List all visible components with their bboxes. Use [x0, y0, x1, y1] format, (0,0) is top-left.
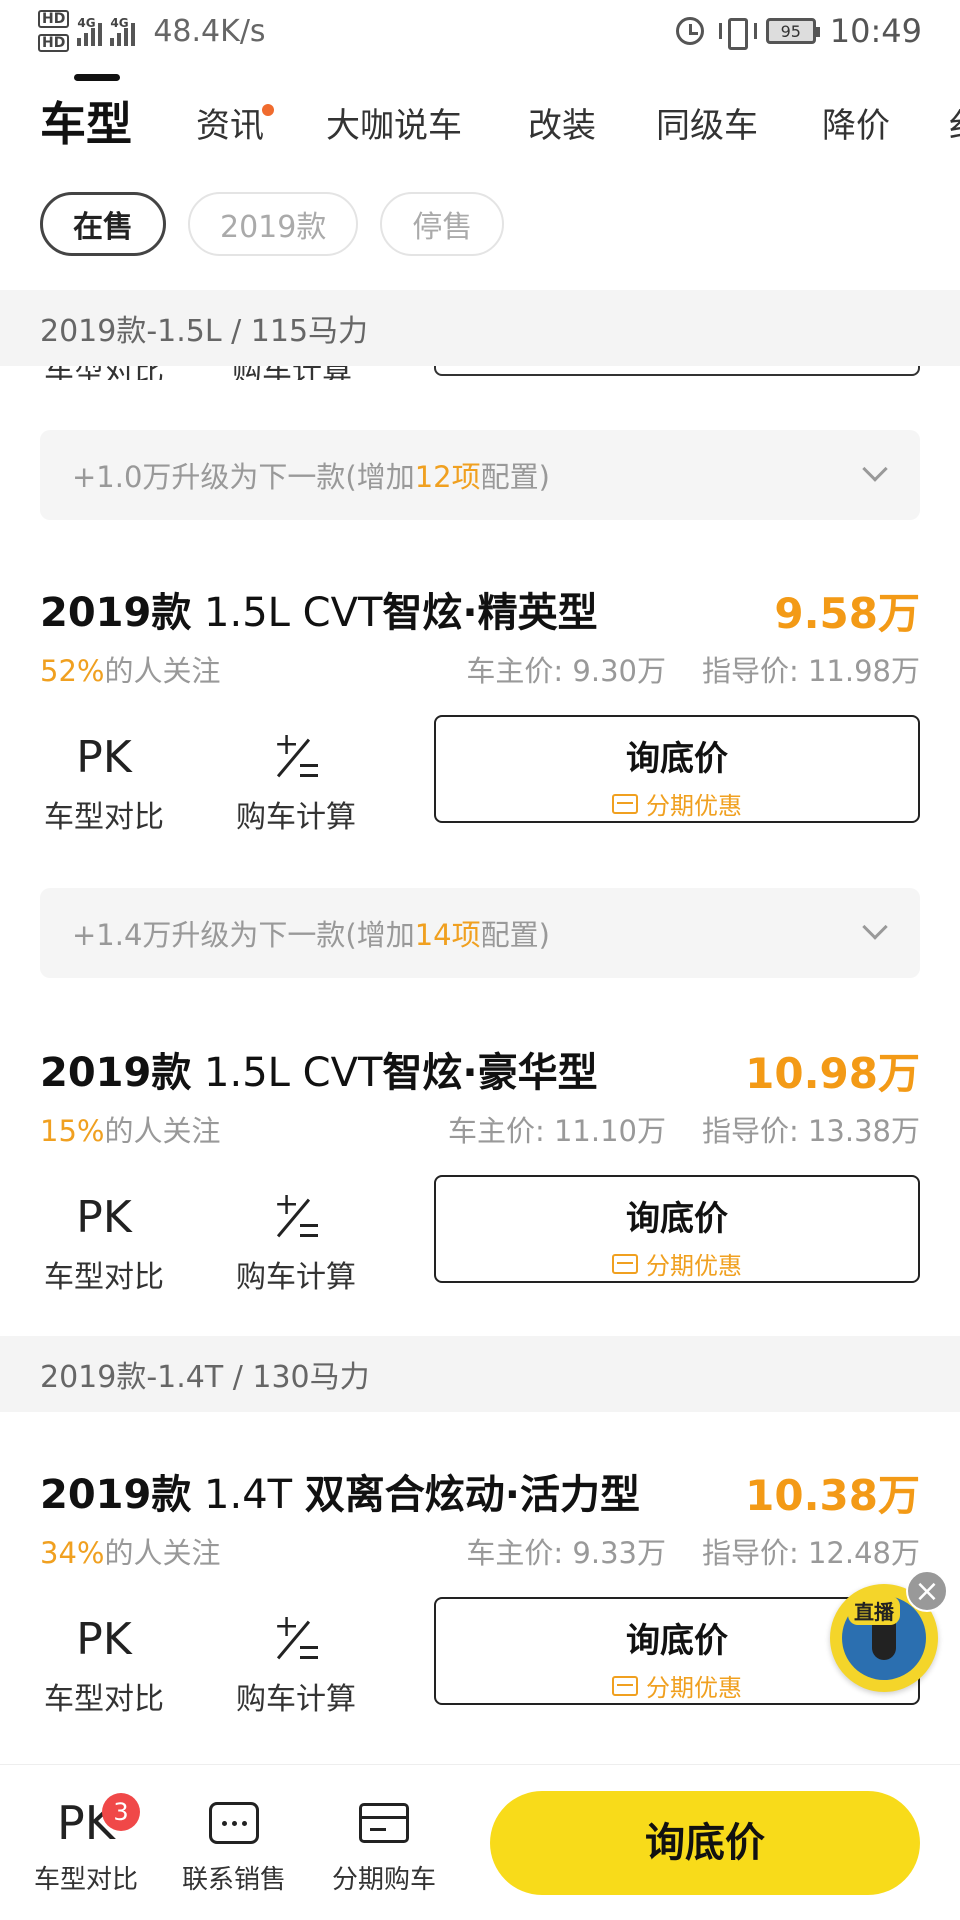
compare-button[interactable]: PK 车型对比 — [34, 730, 174, 836]
guide-price: 指导价: 12.48万 — [701, 1536, 920, 1570]
filter-2019[interactable]: 2019款 — [188, 192, 359, 256]
attention-rate: 34%的人关注 — [40, 1536, 221, 1570]
news-notification-dot — [262, 104, 274, 116]
compare-button[interactable]: PK 车型对比 — [34, 1190, 174, 1296]
attention-rate: 15%的人关注 — [40, 1114, 221, 1148]
owner-price: 车主价: 11.10万 — [447, 1114, 666, 1148]
hd-indicator: HD HD — [38, 10, 70, 52]
chevron-down-icon — [862, 914, 888, 940]
compare-count-badge: 3 — [102, 1793, 140, 1831]
car-name: 2019款 1.5L CVT智炫·豪华型 — [40, 1050, 598, 1096]
signal-icon: 4G — [110, 16, 136, 46]
bottom-action-bar: PK 3 车型对比 联系销售 分期购车 询底价 — [0, 1764, 960, 1920]
tab-models[interactable]: 车型 — [40, 88, 132, 154]
car-item[interactable]: 2019款 1.5L CVT智炫·精英型 9.58万 52%的人关注 车主价: … — [0, 580, 960, 900]
close-icon[interactable]: × — [906, 1570, 948, 1612]
upgrade-bar[interactable]: +1.4万升级为下一款(增加 14项 配置) — [40, 888, 920, 978]
battery-icon: 95 — [765, 18, 820, 44]
tab-more[interactable]: 纟 — [948, 98, 960, 147]
guide-price: 指导价: 13.38万 — [701, 1114, 920, 1148]
car-name: 2019款 1.4T 双离合炫动·活力型 — [40, 1472, 641, 1518]
tab-news[interactable]: 资讯 — [196, 98, 264, 147]
calculator-button[interactable]: + 购车计算 — [226, 730, 366, 836]
tab-expert-talk[interactable]: 大咖说车 — [326, 98, 462, 147]
tab-competitors[interactable]: 同级车 — [656, 98, 758, 147]
chevron-down-icon — [862, 456, 888, 482]
owner-price: 车主价: 9.33万 — [466, 1536, 666, 1570]
calculator-button[interactable]: + 购车计算 — [226, 1190, 366, 1296]
car-price: 10.38万 — [745, 1471, 920, 1520]
pk-icon: PK — [76, 732, 132, 783]
clock: 10:49 — [829, 12, 922, 50]
status-bar: HD HD 4G 4G 48.4K/s 95 10:49 — [0, 0, 960, 64]
section-header: 2019款-1.5L / 115马力 — [0, 290, 960, 366]
compare-button[interactable]: PK 车型对比 — [34, 1612, 174, 1718]
pk-icon: PK — [76, 1192, 132, 1243]
car-item[interactable]: 2019款 1.5L CVT智炫·豪华型 10.98万 15%的人关注 车主价:… — [0, 1040, 960, 1360]
attention-rate: 52%的人关注 — [40, 654, 221, 688]
chat-icon — [209, 1802, 259, 1844]
inquire-price-cta-button[interactable]: 询底价 — [490, 1791, 920, 1895]
inquire-price-button[interactable]: 询底价 分期优惠 — [434, 1175, 920, 1283]
alarm-icon — [675, 17, 704, 45]
active-tab-indicator — [74, 74, 120, 81]
card-icon — [612, 1253, 638, 1274]
calculator-icon: + — [272, 730, 320, 786]
installment-purchase-button[interactable]: 分期购车 — [314, 1793, 454, 1896]
signal-icon: 4G — [77, 16, 103, 46]
card-icon — [612, 793, 638, 814]
bottom-compare-button[interactable]: PK 3 车型对比 — [16, 1793, 156, 1896]
calculator-icon: + — [272, 1190, 320, 1246]
filter-on-sale[interactable]: 在售 — [40, 192, 166, 256]
tab-modification[interactable]: 改装 — [528, 98, 596, 147]
car-name: 2019款 1.5L CVT智炫·精英型 — [40, 590, 598, 636]
tab-price-drop[interactable]: 降价 — [822, 98, 890, 147]
car-item[interactable]: 2019款 1.4T 双离合炫动·活力型 10.38万 34%的人关注 车主价:… — [0, 1462, 960, 1782]
filter-discontinued[interactable]: 停售 — [380, 192, 505, 256]
section-header: 2019款-1.4T / 130马力 — [0, 1336, 960, 1412]
owner-price: 车主价: 9.30万 — [466, 654, 666, 688]
calculator-icon: + — [272, 1612, 320, 1668]
live-tag: 直播 — [848, 1596, 900, 1625]
contact-sales-button[interactable]: 联系销售 — [164, 1793, 304, 1896]
card-icon — [612, 1675, 638, 1696]
inquire-price-button[interactable]: 询底价 分期优惠 — [434, 715, 920, 823]
calculator-button[interactable]: + 购车计算 — [226, 1612, 366, 1718]
pk-icon: PK — [76, 1614, 132, 1665]
upgrade-bar[interactable]: +1.0万升级为下一款(增加 12项 配置) — [40, 430, 920, 520]
vibrate-icon — [718, 16, 757, 50]
sale-status-filters: 在售 2019款 停售 — [40, 192, 505, 256]
card-icon — [359, 1803, 409, 1843]
car-price: 10.98万 — [745, 1049, 920, 1098]
top-tabs: 车型 资讯 大咖说车 改装 同级车 降价 纟 — [0, 88, 960, 168]
guide-price: 指导价: 11.98万 — [701, 654, 920, 688]
network-speed: 48.4K/s — [153, 13, 266, 49]
car-price: 9.58万 — [774, 589, 920, 638]
